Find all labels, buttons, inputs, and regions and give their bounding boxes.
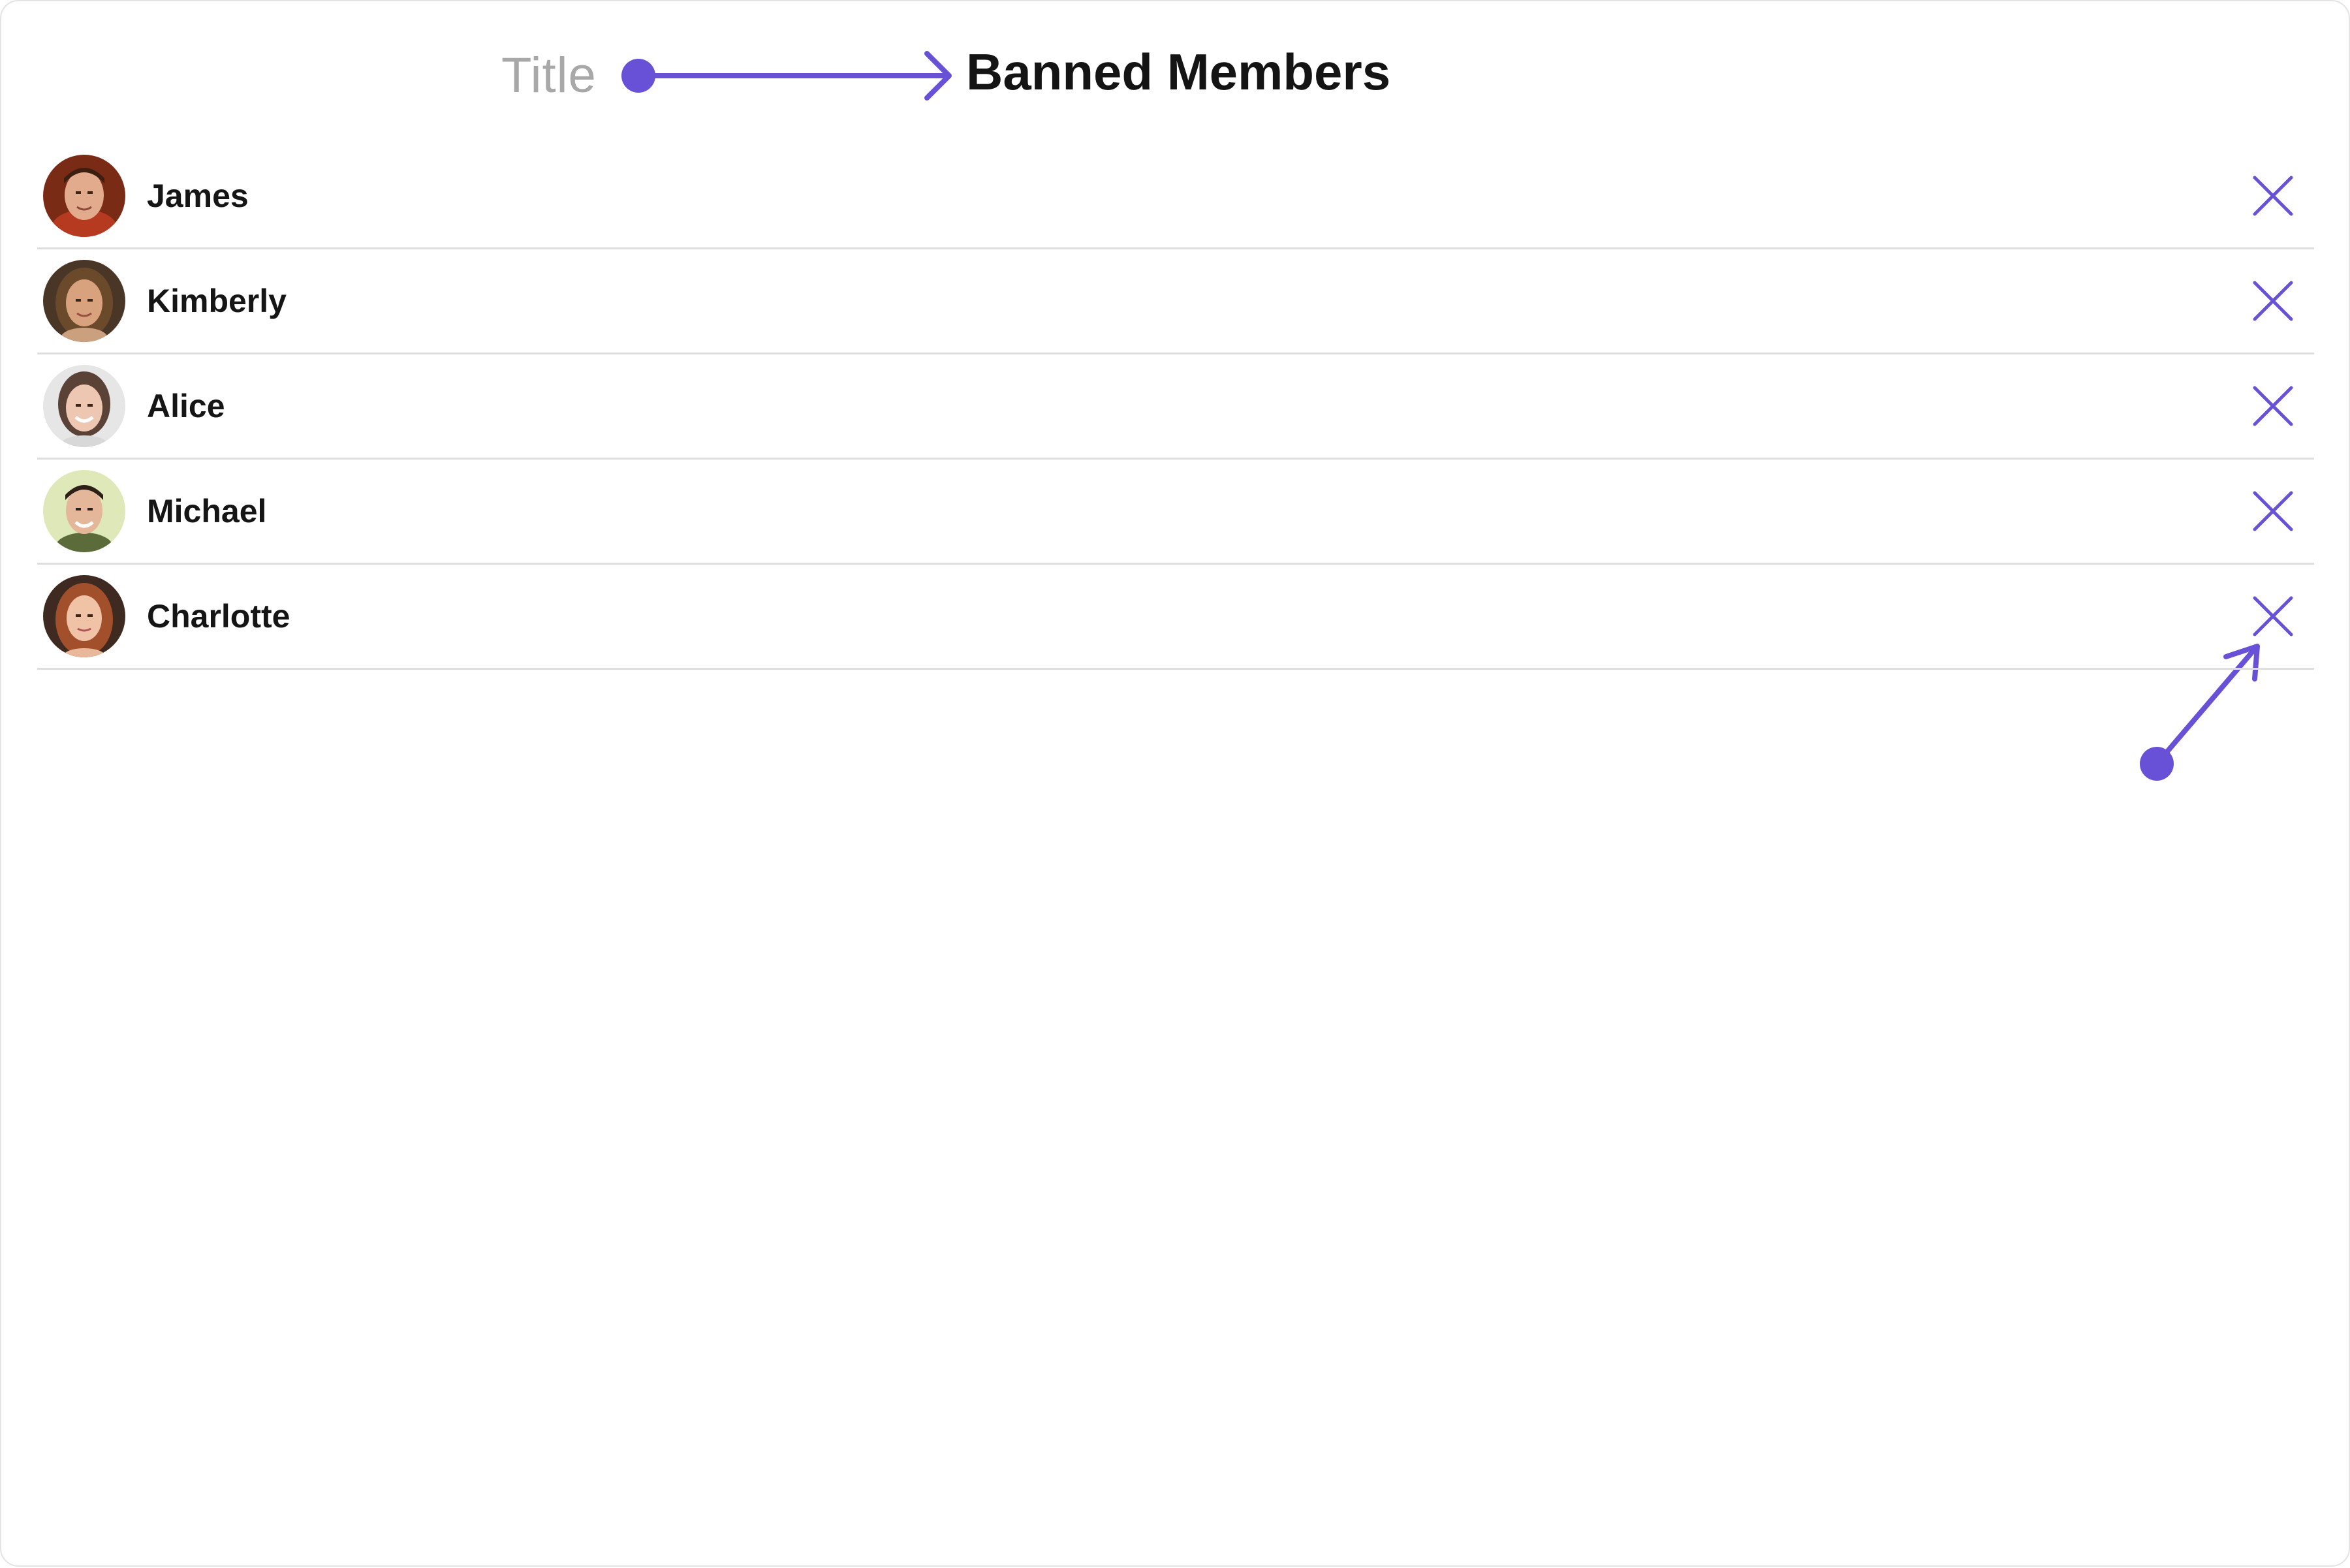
close-icon [2253, 281, 2293, 321]
annotation-title-label: Title [501, 48, 597, 103]
avatar [43, 260, 125, 342]
list-item[interactable]: Michael [37, 460, 2314, 565]
list-item[interactable]: Charlotte [37, 565, 2314, 670]
unban-button[interactable] [2232, 144, 2314, 247]
unban-button[interactable] [2232, 249, 2314, 353]
list-item[interactable]: Kimberly [37, 249, 2314, 354]
member-list: James Kimberly Alice Michael Charlotte [37, 144, 2314, 670]
unban-button[interactable] [2232, 460, 2314, 563]
list-item[interactable]: Alice [37, 354, 2314, 460]
close-icon [2253, 386, 2293, 426]
unban-button[interactable] [2232, 354, 2314, 458]
avatar [43, 575, 125, 657]
member-name: James [147, 178, 249, 214]
close-icon [2253, 491, 2293, 531]
avatar [43, 470, 125, 552]
member-name: Charlotte [147, 598, 290, 635]
close-icon [2253, 596, 2293, 636]
close-icon [2253, 176, 2293, 216]
avatar [43, 155, 125, 237]
app-window: Title Banned Members James Kimberly Alic… [0, 0, 2350, 1567]
avatar [43, 365, 125, 447]
title-arrow-icon [621, 51, 952, 101]
list-item[interactable]: James [37, 144, 2314, 249]
member-name: Kimberly [147, 283, 287, 319]
unban-button[interactable] [2232, 565, 2314, 668]
page-title: Banned Members [966, 43, 1391, 101]
member-name: Michael [147, 493, 267, 529]
member-name: Alice [147, 388, 225, 424]
